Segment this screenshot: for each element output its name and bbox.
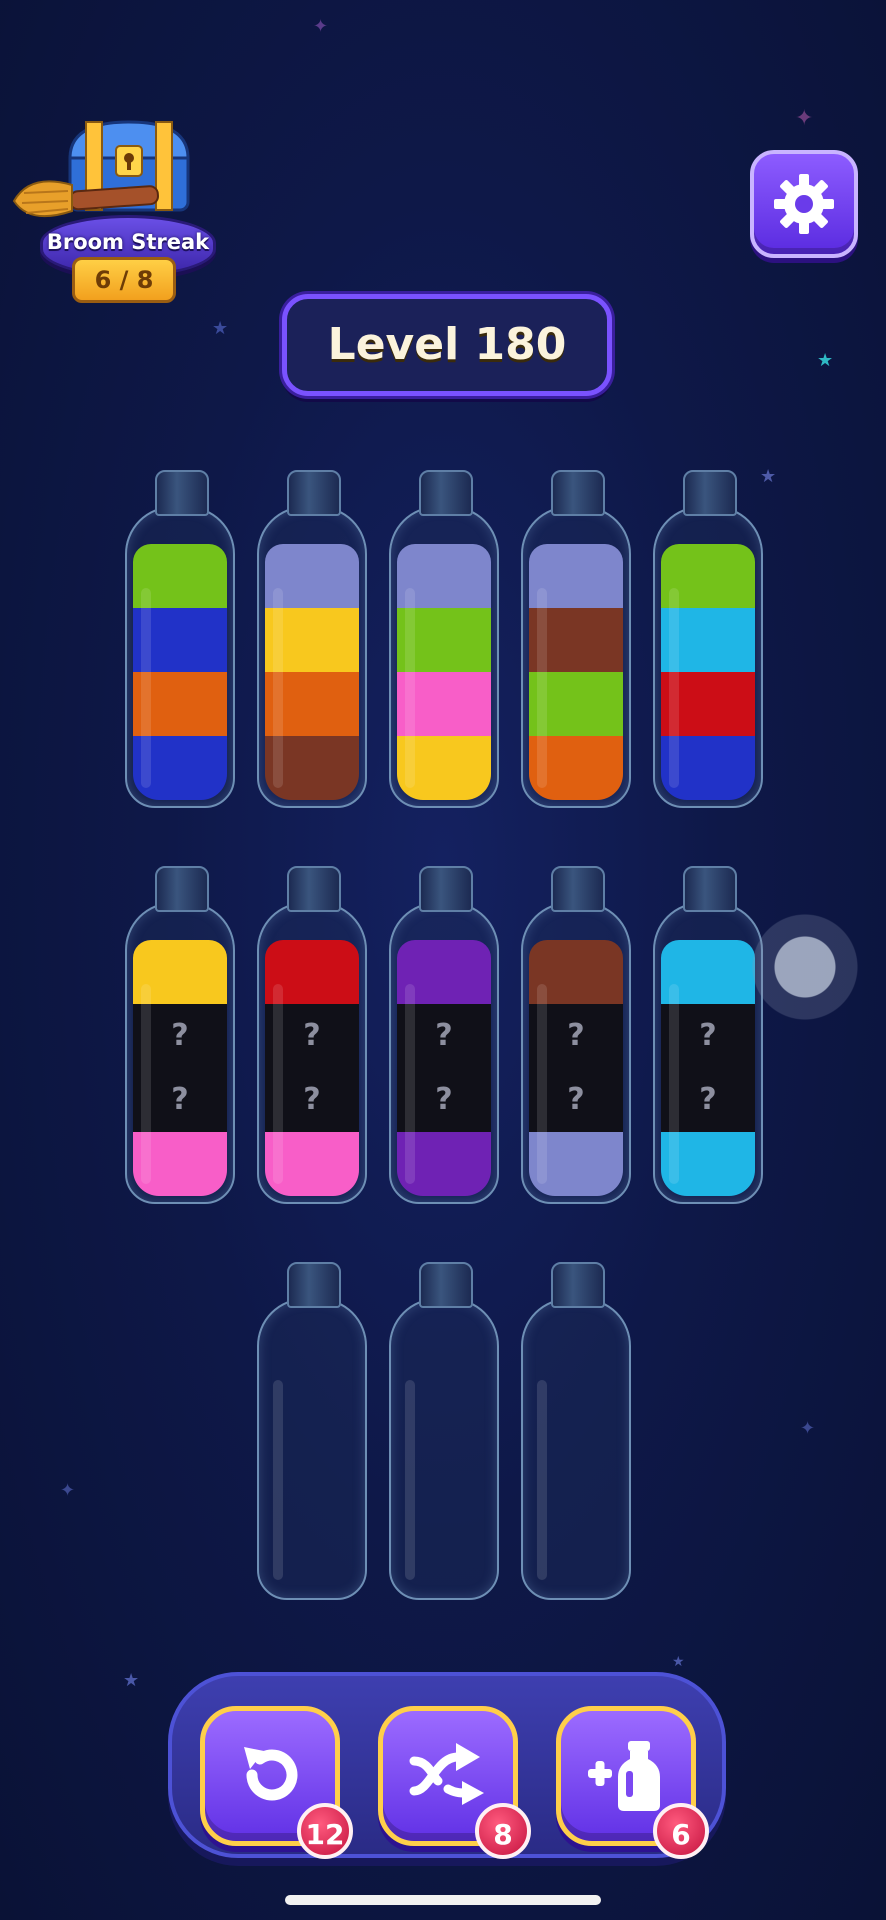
star-decoration: ✦ bbox=[60, 1480, 76, 1501]
undo-count-badge: 12 bbox=[297, 1803, 353, 1859]
star-decoration: ★ bbox=[817, 350, 834, 371]
bottle-2[interactable] bbox=[257, 470, 367, 810]
glass-shine bbox=[669, 984, 679, 1184]
glass-shine bbox=[141, 984, 151, 1184]
bottle-body bbox=[389, 1298, 499, 1600]
star-decoration: ★ bbox=[123, 1670, 140, 1691]
bottle-body bbox=[521, 506, 631, 808]
bottle-neck bbox=[683, 866, 737, 912]
bottle-body bbox=[521, 1298, 631, 1600]
glass-shine bbox=[405, 588, 415, 788]
add-bottle-icon bbox=[588, 1741, 660, 1811]
bottle-body: ?? bbox=[257, 902, 367, 1204]
home-indicator bbox=[285, 1895, 601, 1905]
glass-shine bbox=[537, 1380, 547, 1580]
bottle-neck bbox=[419, 866, 473, 912]
shuffle-icon bbox=[409, 1743, 484, 1805]
bottle-4[interactable] bbox=[521, 470, 631, 810]
bottle-body: ?? bbox=[653, 902, 763, 1204]
streak-label: Broom Streak bbox=[46, 230, 210, 254]
bottle-6[interactable]: ?? bbox=[125, 866, 235, 1206]
bottle-body: ?? bbox=[125, 902, 235, 1204]
star-decoration: ★ bbox=[212, 318, 229, 339]
bottle-9[interactable]: ?? bbox=[521, 866, 631, 1206]
bottle-neck bbox=[287, 866, 341, 912]
bottle-neck bbox=[155, 866, 209, 912]
shuffle-button[interactable]: 8 bbox=[378, 1706, 531, 1859]
touch-indicator bbox=[750, 912, 860, 1022]
glass-shine bbox=[537, 588, 547, 788]
glass-shine bbox=[537, 984, 547, 1184]
bottle-neck bbox=[419, 1262, 473, 1308]
level-title: Level 180 bbox=[282, 294, 612, 396]
bottle-13[interactable] bbox=[521, 1262, 631, 1602]
bottle-body bbox=[653, 506, 763, 808]
bottle-11[interactable] bbox=[257, 1262, 367, 1602]
glass-shine bbox=[405, 1380, 415, 1580]
bottle-12[interactable] bbox=[389, 1262, 499, 1602]
bottle-10[interactable]: ?? bbox=[653, 866, 763, 1206]
add-bottle-count-badge: 6 bbox=[653, 1803, 709, 1859]
bottle-body bbox=[257, 506, 367, 808]
bottle-5[interactable] bbox=[653, 470, 763, 810]
add-bottle-button[interactable]: 6 bbox=[556, 1706, 709, 1859]
bottle-body: ?? bbox=[389, 902, 499, 1204]
bottle-neck bbox=[155, 470, 209, 516]
bottle-body: ?? bbox=[521, 902, 631, 1204]
bottle-body bbox=[257, 1298, 367, 1600]
star-decoration: ★ bbox=[672, 1654, 685, 1670]
glass-shine bbox=[405, 984, 415, 1184]
glass-shine bbox=[273, 984, 283, 1184]
streak-progress: 6 / 8 bbox=[72, 257, 176, 303]
bottle-1[interactable] bbox=[125, 470, 235, 810]
glass-shine bbox=[669, 588, 679, 788]
undo-button[interactable]: 12 bbox=[200, 1706, 353, 1859]
bottle-3[interactable] bbox=[389, 470, 499, 810]
gear-icon bbox=[774, 174, 834, 234]
bottle-neck bbox=[551, 866, 605, 912]
glass-shine bbox=[273, 588, 283, 788]
bottle-neck bbox=[683, 470, 737, 516]
bottle-neck bbox=[551, 1262, 605, 1308]
bottle-body bbox=[125, 506, 235, 808]
glass-shine bbox=[141, 588, 151, 788]
bottle-neck bbox=[419, 470, 473, 516]
star-decoration: ✦ bbox=[800, 1418, 816, 1439]
powerup-toolbar: 12 8 6 bbox=[168, 1672, 726, 1859]
star-decoration: ✦ bbox=[313, 16, 329, 37]
bottle-body bbox=[389, 506, 499, 808]
bottle-8[interactable]: ?? bbox=[389, 866, 499, 1206]
bottle-neck bbox=[287, 1262, 341, 1308]
bottle-7[interactable]: ?? bbox=[257, 866, 367, 1206]
undo-icon bbox=[244, 1747, 298, 1801]
settings-button[interactable] bbox=[750, 150, 858, 258]
broom-streak-widget[interactable]: Broom Streak 6 / 8 bbox=[10, 115, 216, 305]
star-decoration: ✦ bbox=[795, 106, 814, 131]
bottle-neck bbox=[287, 470, 341, 516]
glass-shine bbox=[273, 1380, 283, 1580]
bottle-neck bbox=[551, 470, 605, 516]
shuffle-count-badge: 8 bbox=[475, 1803, 531, 1859]
